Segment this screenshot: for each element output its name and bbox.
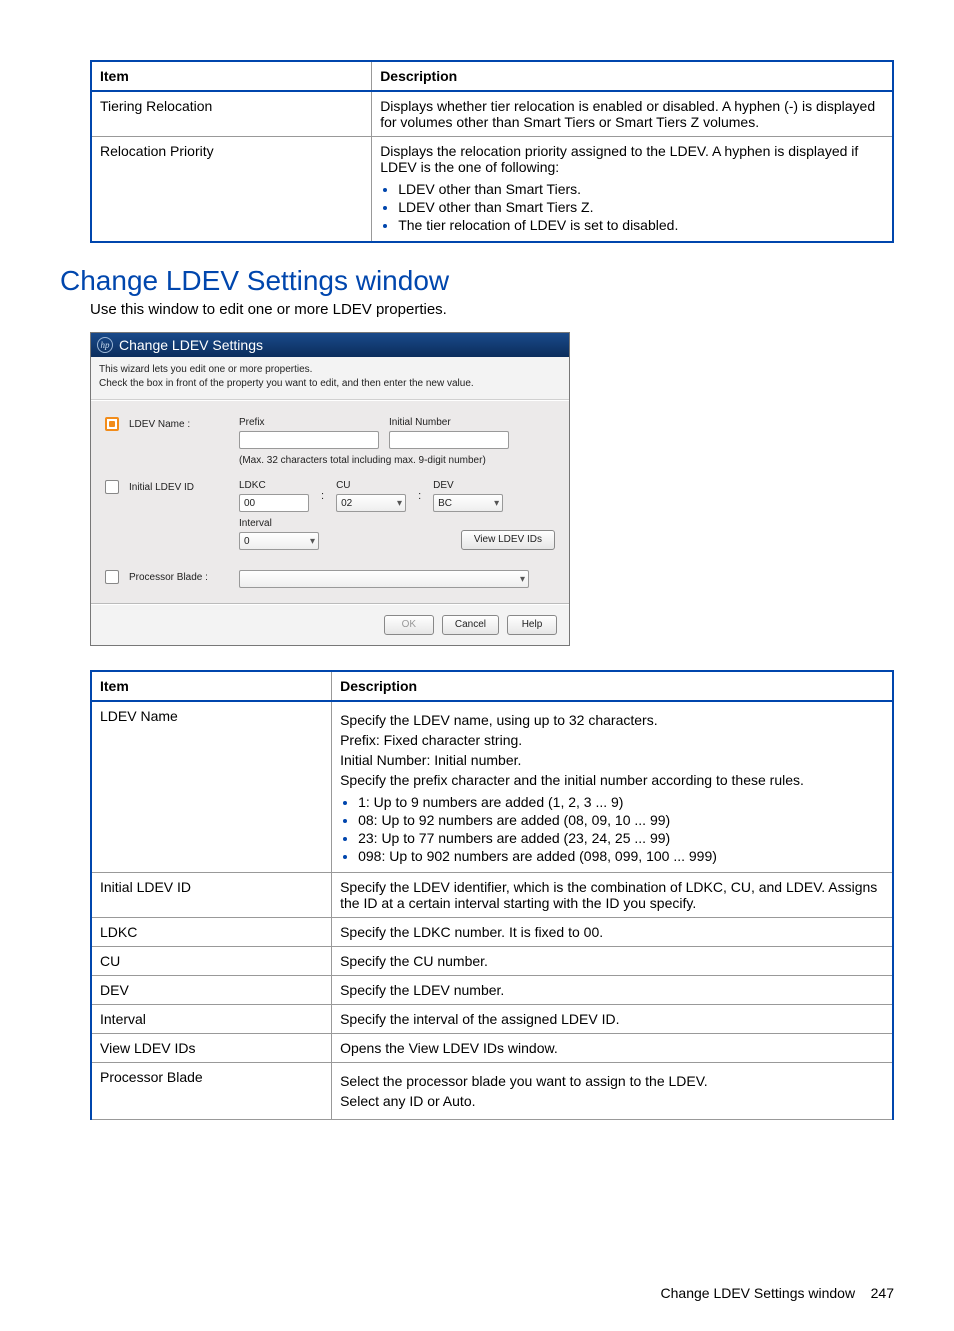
change-ldev-settings-dialog: hp Change LDEV Settings This wizard lets… [90,332,570,646]
label-processor-blade: Processor Blade : [129,570,239,583]
th-description: Description [332,671,893,701]
row-tiering-relocation: Tiering Relocation Displays whether tier… [91,91,893,137]
table-change-ldev-settings-items: Item Description LDEV Name Specify the L… [90,670,894,1120]
cell-item: Processor Blade [91,1063,332,1120]
dialog-body: LDEV Name : Prefix Initial Number (Max. … [91,400,569,604]
row-processor-blade: Processor Blade Select the processor bla… [91,1063,893,1120]
initial-number-input[interactable] [389,431,509,449]
th-description: Description [372,61,893,91]
footer-page-number: 247 [871,1285,894,1301]
label-prefix: Prefix [239,417,379,428]
row-interval: Interval Specify the interval of the ass… [91,1005,893,1034]
label-ldev-name: LDEV Name : [129,417,239,430]
bullet: 1: Up to 9 numbers are added (1, 2, 3 ..… [358,794,884,810]
dialog-titlebar: hp Change LDEV Settings [91,333,569,357]
dialog-helptext: This wizard lets you edit one or more pr… [91,357,569,400]
p: Specify the LDEV name, using up to 32 ch… [340,712,884,728]
row-cu: CU Specify the CU number. [91,947,893,976]
cancel-button[interactable]: Cancel [442,615,499,635]
row-ldkc: LDKC Specify the LDKC number. It is fixe… [91,918,893,947]
cell-item: Interval [91,1005,332,1034]
p: Specify the prefix character and the ini… [340,772,884,788]
dev-select[interactable]: BC [433,494,503,512]
row-dev: DEV Specify the LDEV number. [91,976,893,1005]
p: Select any ID or Auto. [340,1093,884,1109]
row-initial-ldev-id: Initial LDEV ID Specify the LDEV identif… [91,873,893,918]
label-interval: Interval [239,518,319,529]
row-processor-blade: Processor Blade : [105,570,555,591]
label-cu: CU [336,480,406,491]
bullet: 08: Up to 92 numbers are added (08, 09, … [358,812,884,828]
cell-desc: Specify the LDEV name, using up to 32 ch… [332,701,893,873]
cell-item: DEV [91,976,332,1005]
bullet: 098: Up to 902 numbers are added (098, 0… [358,848,884,864]
cell-desc: Specify the LDKC number. It is fixed to … [332,918,893,947]
bullet: LDEV other than Smart Tiers Z. [398,199,884,215]
cell-desc: Specify the LDEV number. [332,976,893,1005]
dialog-title: Change LDEV Settings [119,337,263,353]
ldev-name-hint: (Max. 32 characters total including max.… [239,455,555,466]
help-line2: Check the box in front of the property y… [99,377,561,391]
label-initial-ldev-id: Initial LDEV ID [129,480,239,493]
section-intro: Use this window to edit one or more LDEV… [90,301,894,318]
processor-blade-select[interactable] [239,570,529,588]
row-ldev-name: LDEV Name Specify the LDEV name, using u… [91,701,893,873]
colon-separator: : [319,487,326,505]
page-footer: Change LDEV Settings window 247 [661,1285,894,1301]
dialog-footer: OK Cancel Help [91,604,569,645]
hp-logo-icon: hp [97,337,113,353]
row-initial-ldev-id: Initial LDEV ID LDKC 00 : CU 02 : [105,480,555,556]
cell-desc: Specify the LDEV identifier, which is th… [332,873,893,918]
label-initial-number: Initial Number [389,417,509,428]
row-view-ldev-ids: View LDEV IDs Opens the View LDEV IDs wi… [91,1034,893,1063]
footer-text: Change LDEV Settings window [661,1285,856,1301]
th-item: Item [91,61,372,91]
desc-text: Displays the relocation priority assigne… [380,143,858,175]
ok-button[interactable]: OK [384,615,434,635]
checkbox-initial-ldev-id[interactable] [105,480,119,494]
label-dev: DEV [433,480,503,491]
cell-item: CU [91,947,332,976]
prefix-input[interactable] [239,431,379,449]
checkbox-ldev-name[interactable] [105,417,119,431]
row-relocation-priority: Relocation Priority Displays the relocat… [91,137,893,243]
row-ldev-name: LDEV Name : Prefix Initial Number (Max. … [105,417,555,466]
view-ldev-ids-button[interactable]: View LDEV IDs [461,530,555,550]
cell-desc: Displays whether tier relocation is enab… [372,91,893,137]
cell-desc: Specify the CU number. [332,947,893,976]
checkbox-processor-blade[interactable] [105,570,119,584]
interval-select[interactable]: 0 [239,532,319,550]
bullet: LDEV other than Smart Tiers. [398,181,884,197]
cell-item: View LDEV IDs [91,1034,332,1063]
cell-item: Initial LDEV ID [91,873,332,918]
cell-item: LDEV Name [91,701,332,873]
table-ldev-display-fields: Item Description Tiering Relocation Disp… [90,60,894,243]
section-heading: Change LDEV Settings window [60,265,894,297]
cell-desc: Displays the relocation priority assigne… [372,137,893,243]
cell-item: LDKC [91,918,332,947]
p: Prefix: Fixed character string. [340,732,884,748]
p: Initial Number: Initial number. [340,752,884,768]
bullet: The tier relocation of LDEV is set to di… [398,217,884,233]
cell-item: Relocation Priority [91,137,372,243]
cu-select[interactable]: 02 [336,494,406,512]
label-ldkc: LDKC [239,480,309,491]
cell-desc: Select the processor blade you want to a… [332,1063,893,1120]
cell-desc: Specify the interval of the assigned LDE… [332,1005,893,1034]
bullet: 23: Up to 77 numbers are added (23, 24, … [358,830,884,846]
help-line1: This wizard lets you edit one or more pr… [99,363,561,377]
ldkc-input[interactable]: 00 [239,494,309,512]
help-button[interactable]: Help [507,615,557,635]
th-item: Item [91,671,332,701]
colon-separator: : [416,487,423,505]
p: Select the processor blade you want to a… [340,1073,884,1089]
cell-item: Tiering Relocation [91,91,372,137]
cell-desc: Opens the View LDEV IDs window. [332,1034,893,1063]
